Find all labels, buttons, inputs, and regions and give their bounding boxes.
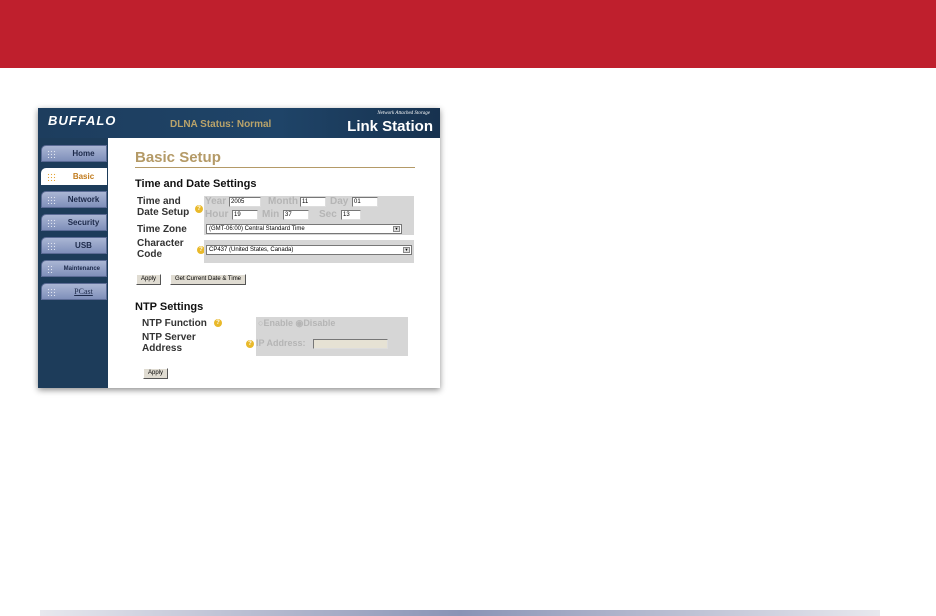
hour-input[interactable]: 19 [232,210,258,220]
time-zone-select[interactable]: (GMT-06:00) Central Standard Time ▼ [206,224,402,234]
day-label: Day [330,196,349,207]
sidebar-item-security[interactable]: Security [41,214,107,231]
dlna-status: DLNA Status: Normal [170,119,272,130]
year-label: Year [205,196,227,207]
time-date-heading: Time and Date Settings [135,178,257,190]
character-code-value: CP437 (United States, Canada) [209,247,294,253]
month-label: Month [268,196,298,207]
sidebar-item-usb[interactable]: USB [41,237,107,254]
character-code-select[interactable]: CP437 (United States, Canada) ▼ [206,245,412,255]
bottom-divider [40,610,880,616]
day-input[interactable]: 01 [352,197,378,207]
page-title: Basic Setup [135,149,221,166]
grid-icon [47,195,57,204]
sidebar-item-network[interactable]: Network [41,191,107,208]
grid-icon [47,218,57,227]
top-banner [0,0,936,68]
help-icon[interactable]: ? [246,340,254,348]
time-zone-label: Time Zone [137,224,187,235]
buffalo-logo: BUFFALO [48,113,117,128]
grid-icon [47,264,54,273]
disable-label: Disable [303,318,336,328]
header: BUFFALO DLNA Status: Normal Network Atta… [38,108,440,138]
product-logo: Link Station [347,118,433,135]
month-input[interactable]: 11 [300,197,326,207]
grid-icon [47,149,57,158]
ntp-heading: NTP Settings [135,301,204,313]
ntp-function-label: NTP Function [142,318,207,329]
sidebar-item-pcast[interactable]: PCast [41,283,107,300]
grid-icon [47,287,57,296]
character-code-label: Character Code [137,238,184,260]
help-icon[interactable]: ? [214,319,222,327]
sidebar-item-maintenance[interactable]: Maintenance [41,260,107,277]
year-input[interactable]: 2005 [229,197,261,207]
sidebar-item-basic[interactable]: Basic [41,168,107,185]
ntp-server-label: NTP Server Address [142,332,196,354]
apply-ntp-button[interactable]: Apply [143,368,169,379]
dropdown-arrow-icon[interactable]: ▼ [393,226,400,232]
min-label: Min [262,209,280,220]
tagline: Network Attached Storage [377,111,430,116]
title-divider [135,167,415,168]
ntp-enable-radio[interactable]: ○Enable ◉Disable [258,318,335,329]
time-zone-value: (GMT-06:00) Central Standard Time [209,226,305,232]
linkstation-screenshot: BUFFALO DLNA Status: Normal Network Atta… [38,108,440,388]
ip-address-input[interactable] [313,339,388,349]
sidebar-item-home[interactable]: Home [41,145,107,162]
ip-address-label: IP Address: [256,338,306,348]
help-icon[interactable]: ? [195,205,203,213]
sec-input[interactable]: 13 [341,210,361,220]
hour-label: Hour [205,209,229,220]
apply-time-button[interactable]: Apply [136,274,162,285]
grid-icon [47,241,57,250]
min-input[interactable]: 37 [283,210,309,220]
grid-icon [47,172,57,181]
dropdown-arrow-icon[interactable]: ▼ [403,247,410,253]
time-date-setup-label: Time and Date Setup [137,196,190,218]
get-current-date-button[interactable]: Get Current Date & Time [170,274,247,285]
enable-label: Enable [263,318,293,328]
sec-label: Sec [319,209,337,220]
sidebar: Home Basic Network Security USB Maintena… [38,138,108,388]
